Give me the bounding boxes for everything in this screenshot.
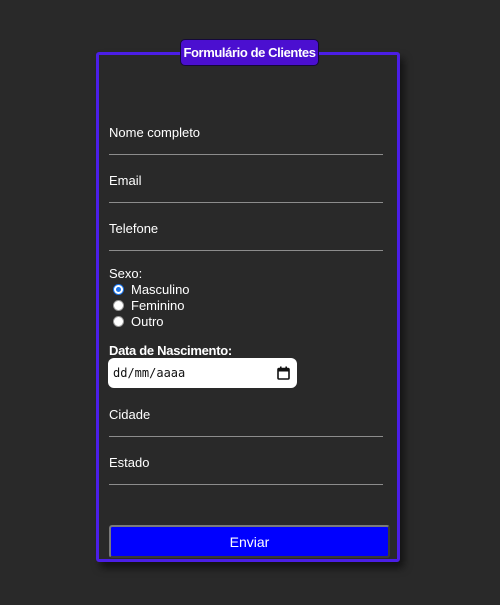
telefone-field[interactable]: Telefone	[109, 221, 383, 251]
estado-field[interactable]: Estado	[109, 455, 383, 485]
telefone-label: Telefone	[109, 221, 159, 236]
nascimento-date-input[interactable]: dd/mm/aaaa	[108, 358, 297, 388]
radio-outro-button[interactable]	[113, 315, 124, 327]
radio-masculino-button[interactable]	[113, 283, 124, 295]
sexo-label: Sexo:	[109, 266, 143, 281]
email-field[interactable]: Email	[109, 173, 383, 203]
form-legend: Formulário de Clientes	[180, 39, 319, 66]
radio-outro-label: Outro	[131, 313, 164, 329]
radio-feminino[interactable]: Feminino	[113, 297, 184, 313]
radio-masculino-label: Masculino	[131, 281, 190, 297]
radio-feminino-label: Feminino	[131, 297, 185, 313]
date-placeholder: dd/mm/aaaa	[113, 366, 186, 380]
radio-outro[interactable]: Outro	[113, 313, 164, 329]
cidade-field[interactable]: Cidade	[109, 407, 383, 437]
nome-field[interactable]: Nome completo	[109, 125, 383, 155]
radio-masculino[interactable]: Masculino	[113, 281, 190, 297]
submit-button[interactable]: Enviar	[109, 525, 390, 558]
nascimento-label: Data de Nascimento:	[109, 343, 232, 358]
calendar-icon[interactable]	[276, 366, 291, 381]
nome-label: Nome completo	[109, 125, 201, 140]
radio-feminino-button[interactable]	[113, 299, 124, 311]
estado-label: Estado	[109, 455, 150, 470]
email-label: Email	[109, 173, 142, 188]
cidade-label: Cidade	[109, 407, 151, 422]
